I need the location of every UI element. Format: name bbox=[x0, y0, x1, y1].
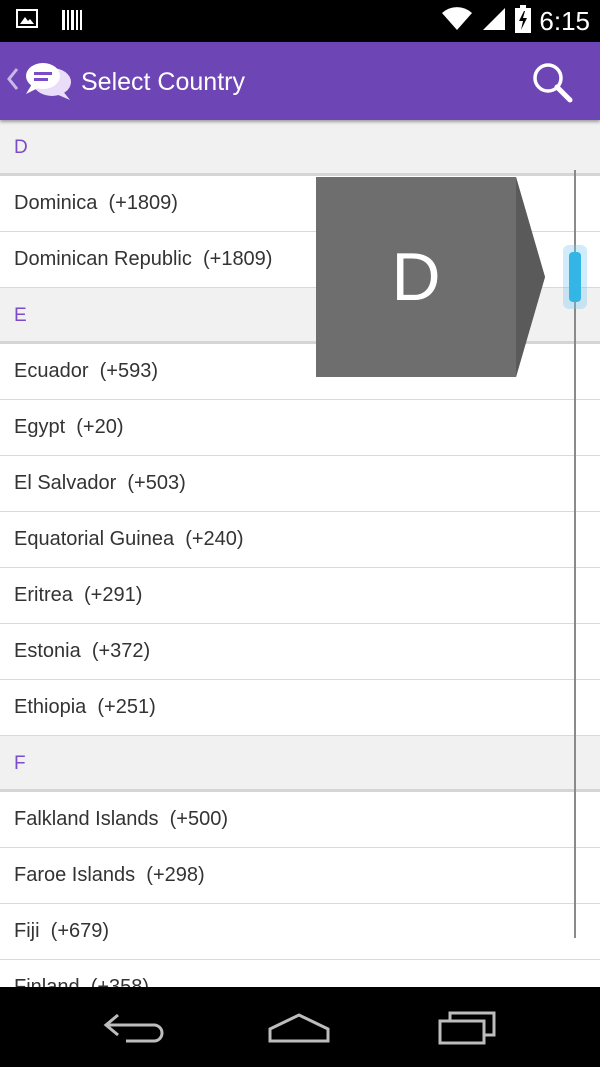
recent-apps-icon[interactable] bbox=[436, 1007, 506, 1047]
battery-charging-icon bbox=[515, 4, 532, 38]
gallery-icon bbox=[16, 8, 40, 37]
home-icon[interactable] bbox=[266, 1007, 336, 1047]
country-row[interactable]: Estonia (+372) bbox=[0, 624, 600, 680]
chat-bubbles-logo[interactable] bbox=[24, 60, 72, 109]
country-row[interactable]: Eritrea (+291) bbox=[0, 568, 600, 624]
screen-title: Select Country bbox=[81, 68, 245, 96]
country-row[interactable]: Faroe Islands (+298) bbox=[0, 848, 600, 904]
section-index-overlay: D bbox=[316, 177, 546, 377]
country-row[interactable]: Falkland Islands (+500) bbox=[0, 792, 600, 848]
wifi-icon bbox=[441, 6, 473, 37]
fast-scroll-thumb[interactable] bbox=[569, 252, 581, 302]
back-icon[interactable] bbox=[100, 1007, 170, 1047]
section-header-f: F bbox=[0, 736, 600, 792]
section-header-d: D bbox=[0, 120, 600, 176]
cell-signal-icon bbox=[481, 6, 507, 37]
country-row[interactable]: Finland (+358) bbox=[0, 960, 600, 987]
overlay-letter: D bbox=[391, 239, 441, 315]
country-row[interactable]: Ethiopia (+251) bbox=[0, 680, 600, 736]
country-row[interactable]: Equatorial Guinea (+240) bbox=[0, 512, 600, 568]
country-row[interactable]: Fiji (+679) bbox=[0, 904, 600, 960]
search-icon[interactable] bbox=[530, 60, 576, 106]
status-bar: 6:15 bbox=[0, 0, 600, 42]
country-row[interactable]: El Salvador (+503) bbox=[0, 456, 600, 512]
action-bar: Select Country bbox=[0, 42, 600, 120]
chevron-left-icon[interactable] bbox=[6, 66, 20, 98]
barcode-icon bbox=[60, 8, 84, 37]
country-row[interactable]: Egypt (+20) bbox=[0, 400, 600, 456]
navigation-bar bbox=[0, 987, 600, 1067]
status-time: 6:15 bbox=[539, 6, 590, 36]
